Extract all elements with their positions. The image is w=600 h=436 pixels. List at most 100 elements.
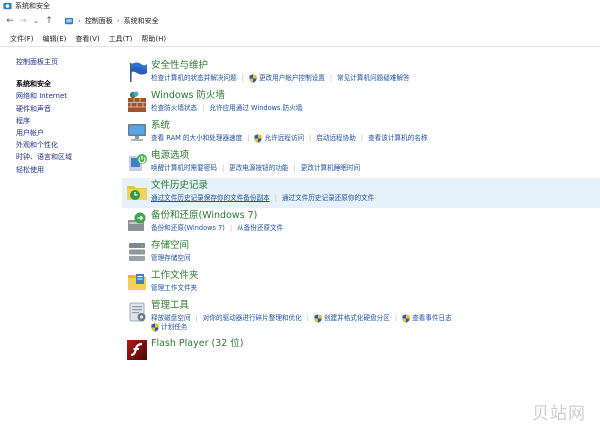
- up-button[interactable]: ↑: [43, 15, 55, 27]
- admin-tools-icon[interactable]: [125, 300, 149, 324]
- task-link[interactable]: 查看事件日志: [402, 314, 452, 323]
- category-title-link[interactable]: 工作文件夹: [151, 270, 199, 281]
- sidebar-home-link[interactable]: 控制面板主页: [16, 56, 116, 68]
- sidebar-item-appearance[interactable]: 外观和个性化: [16, 139, 116, 151]
- category-title-link[interactable]: 安全性与维护: [151, 60, 410, 71]
- back-button[interactable]: ←: [4, 15, 16, 27]
- link-divider: |: [293, 164, 296, 172]
- task-link[interactable]: 唤醒计算机时需要密码: [151, 164, 217, 173]
- folder-icon[interactable]: [125, 270, 149, 294]
- task-link-label: 创建并格式化硬盘分区: [323, 314, 390, 322]
- task-link[interactable]: 常见计算机问题疑难解答: [337, 74, 410, 83]
- task-link-label: 常见计算机问题疑难解答: [337, 74, 410, 82]
- sidebar-item-programs[interactable]: 程序: [16, 115, 116, 127]
- task-link-row: 通过文件历史记录保存你的文件备份副本 | 通过文件历史记录还原你的文件: [151, 194, 374, 203]
- sidebar-item-network[interactable]: 网络和 Internet: [16, 90, 116, 102]
- task-link-label: 启动远程协助: [316, 134, 356, 142]
- task-link[interactable]: 查看 RAM 的大小和处理器速度: [151, 134, 242, 143]
- task-link-label: 更改电源按钮的功能: [229, 164, 289, 172]
- task-link-label: 查看 RAM 的大小和处理器速度: [151, 134, 243, 142]
- category-title-link[interactable]: Flash Player (32 位): [151, 338, 244, 349]
- link-divider: |: [274, 194, 277, 202]
- link-divider: |: [329, 74, 333, 82]
- breadcrumb-control-panel[interactable]: 控制面板: [85, 16, 113, 26]
- task-link-row: 查看 RAM 的大小和处理器速度 | 允许远程访问 | 启动远程协助 | 查看该计算机的名称: [151, 134, 427, 143]
- sidebar-item-hardware-sound[interactable]: 硬件和声音: [16, 103, 116, 115]
- task-link-label: 查看事件日志: [412, 314, 452, 322]
- category-admin-tools: 管理工具 释放磁盘空间 | 对你的驱动器进行碎片整理和优化 | 创建并格式化硬盘分区 | 查看…: [122, 298, 600, 336]
- category-flag: 安全性与维护 检查计算机的状态并解决问题 | 更改用户帐户控制设置 | 常见计算机问题疑难…: [122, 58, 600, 88]
- category-title-link[interactable]: 系统: [151, 120, 427, 131]
- link-divider: |: [195, 314, 198, 322]
- backup-icon[interactable]: [125, 210, 149, 234]
- menu-edit[interactable]: 编辑(E): [43, 34, 67, 44]
- task-link-label: 对你的驱动器进行碎片整理和优化: [202, 314, 302, 322]
- uac-shield-icon: [249, 74, 259, 83]
- task-link-label: 查看该计算机的名称: [368, 134, 428, 142]
- category-title-link[interactable]: Windows 防火墙: [151, 90, 302, 101]
- category-title-link[interactable]: 电源选项: [151, 150, 360, 161]
- task-link[interactable]: 对你的驱动器进行碎片整理和优化: [203, 314, 302, 323]
- category-body: 安全性与维护 检查计算机的状态并解决问题 | 更改用户帐户控制设置 | 常见计算机问题疑难…: [151, 58, 410, 88]
- category-body: Flash Player (32 位): [151, 336, 244, 362]
- category-title-link[interactable]: 存储空间: [151, 240, 191, 251]
- task-link[interactable]: 从备份还原文件: [237, 224, 283, 233]
- file-history-icon[interactable]: [125, 180, 149, 204]
- sidebar-item-system-security[interactable]: 系统和安全: [16, 78, 116, 90]
- category-backup: 备份和还原(Windows 7) 备份和还原(Windows 7) | 从备份还原文件: [122, 208, 600, 238]
- task-link-label: 从备份还原文件: [237, 224, 284, 232]
- sidebar-item-clock-region[interactable]: 时钟、语言和区域: [16, 151, 116, 163]
- task-link[interactable]: 释放磁盘空间: [151, 314, 191, 323]
- task-link[interactable]: 允许远程访问: [254, 134, 304, 143]
- recent-locations-button[interactable]: ⌄: [30, 15, 42, 27]
- forward-button[interactable]: →: [17, 15, 29, 27]
- breadcrumb-separator: ›: [116, 17, 120, 25]
- menu-tools[interactable]: 工具(T): [109, 34, 133, 44]
- flag-icon[interactable]: [125, 60, 149, 84]
- sidebar: 控制面板主页 系统和安全 网络和 Internet 硬件和声音 程序 用户帐户 …: [16, 56, 116, 176]
- menu-view[interactable]: 查看(V): [75, 34, 99, 44]
- menu-file[interactable]: 文件(F): [10, 34, 34, 44]
- menu-help[interactable]: 帮助(H): [141, 34, 166, 44]
- task-link[interactable]: 创建并格式化硬盘分区: [314, 314, 390, 323]
- task-link[interactable]: 允许应用通过 Windows 防火墙: [209, 104, 302, 113]
- task-link-row: 计划任务: [151, 323, 452, 332]
- task-link[interactable]: 查看该计算机的名称: [368, 134, 427, 143]
- breadcrumb-system-security[interactable]: 系统和安全: [124, 16, 159, 26]
- task-link[interactable]: 检查计算机的状态并解决问题: [151, 74, 237, 83]
- firewall-icon[interactable]: [125, 90, 149, 114]
- task-link-label: 管理存储空间: [151, 254, 191, 262]
- task-link[interactable]: 更改用户帐户控制设置: [249, 74, 325, 83]
- link-divider: |: [229, 224, 233, 232]
- task-link[interactable]: 管理存储空间: [151, 254, 191, 263]
- task-link[interactable]: 更改电源按钮的功能: [229, 164, 288, 173]
- link-divider: |: [221, 164, 225, 172]
- task-link[interactable]: 检查防火墙状态: [151, 104, 197, 113]
- uac-shield-icon: [314, 314, 324, 323]
- category-title-link[interactable]: 文件历史记录: [151, 180, 374, 191]
- task-link[interactable]: 备份和还原(Windows 7): [151, 224, 225, 233]
- task-link[interactable]: 启动远程协助: [316, 134, 356, 143]
- breadcrumb-separator: ›: [78, 17, 81, 25]
- task-link-label: 通过文件历史记录保存你的文件备份副本: [151, 194, 270, 202]
- sidebar-item-ease-of-access[interactable]: 轻松使用: [16, 164, 116, 176]
- task-link[interactable]: 通过文件历史记录还原你的文件: [282, 194, 374, 203]
- computer-icon[interactable]: [125, 120, 149, 144]
- category-body: 系统查看 RAM 的大小和处理器速度 | 允许远程访问 | 启动远程协助 | 查看该计算机的…: [151, 118, 427, 148]
- category-title-link[interactable]: 管理工具: [151, 300, 452, 311]
- task-link-label: 计划任务: [161, 323, 188, 331]
- flash-icon[interactable]: [125, 338, 149, 362]
- task-link[interactable]: 管理工作文件夹: [151, 284, 197, 293]
- sidebar-item-user-accounts[interactable]: 用户帐户: [16, 127, 116, 139]
- category-title-link[interactable]: 备份和还原(Windows 7): [151, 210, 283, 221]
- address-box[interactable]: › 控制面板 › 系统和安全: [60, 14, 160, 28]
- category-flash: Flash Player (32 位): [122, 336, 600, 362]
- power-icon[interactable]: [125, 150, 149, 174]
- task-link-row: 检查计算机的状态并解决问题 | 更改用户帐户控制设置 | 常见计算机问题疑难解答: [151, 74, 410, 83]
- task-link[interactable]: 计划任务: [151, 323, 187, 332]
- storage-icon[interactable]: [125, 240, 149, 264]
- task-link-label: 备份和还原(Windows 7): [151, 224, 225, 232]
- task-link[interactable]: 更改计算机睡眠时间: [301, 164, 360, 173]
- task-link-row: 释放磁盘空间 | 对你的驱动器进行碎片整理和优化 | 创建并格式化硬盘分区 | 查看事件日志: [151, 314, 452, 323]
- task-link[interactable]: 通过文件历史记录保存你的文件备份副本: [151, 194, 270, 203]
